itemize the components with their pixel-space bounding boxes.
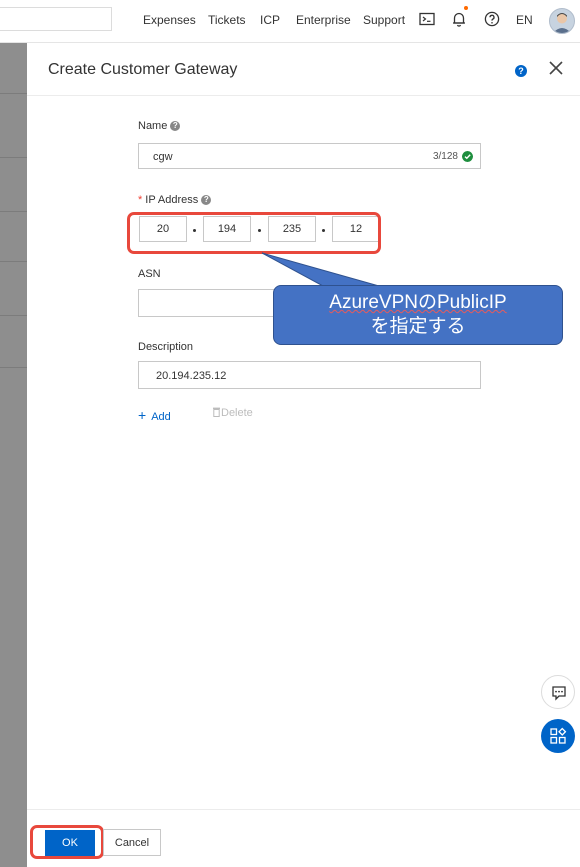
top-navigation-bar: Expenses Tickets ICP Enterprise Support … (0, 0, 580, 43)
notification-dot (464, 6, 468, 10)
trash-icon (213, 407, 220, 417)
name-value: cgw (153, 151, 173, 163)
ip-highlight-box (127, 212, 381, 254)
chat-icon (552, 686, 566, 701)
check-circle-icon (462, 151, 473, 162)
chat-button[interactable] (541, 675, 575, 709)
name-label: Name? (138, 120, 181, 132)
nav-link-support[interactable]: Support (363, 13, 405, 27)
name-input[interactable]: cgw 3/128 (138, 143, 481, 169)
avatar[interactable] (549, 8, 575, 34)
nav-link-tickets[interactable]: Tickets (208, 13, 246, 27)
apps-icon (550, 727, 567, 744)
description-input[interactable]: 20.194.235.12 (138, 361, 481, 389)
description-value: 20.194.235.12 (156, 370, 227, 382)
annotation-callout: AzureVPNのPublicIP を指定する (273, 285, 563, 345)
ip-help-icon[interactable]: ? (201, 195, 212, 206)
question-icon[interactable] (483, 10, 501, 28)
terminal-icon[interactable] (418, 10, 436, 28)
panel-header: Create Customer Gateway ? (27, 43, 580, 96)
delete-button[interactable]: Delete (212, 407, 253, 419)
user-icon (553, 13, 571, 33)
name-char-counter: 3/128 (432, 151, 458, 162)
add-button[interactable]: + Add (138, 407, 171, 423)
callout-line-1: AzureVPNのPublicIP (329, 292, 507, 313)
nav-link-enterprise[interactable]: Enterprise (296, 13, 351, 27)
footer-divider (27, 809, 580, 810)
apps-button[interactable] (541, 719, 575, 753)
callout-line-2: を指定する (370, 316, 466, 337)
asn-label: ASN (138, 268, 161, 280)
language-switch[interactable]: EN (516, 13, 533, 27)
page-backdrop (0, 43, 27, 867)
ip-address-label: * IP Address? (138, 194, 212, 206)
plus-icon: + (138, 407, 147, 423)
description-label: Description (138, 341, 194, 353)
cancel-button[interactable]: Cancel (103, 829, 161, 856)
bell-icon[interactable] (450, 10, 468, 28)
nav-link-icp[interactable]: ICP (260, 13, 280, 27)
name-help-icon[interactable]: ? (170, 121, 181, 132)
help-circle-icon[interactable]: ? (515, 65, 527, 77)
nav-link-expenses[interactable]: Expenses (143, 13, 196, 27)
create-customer-gateway-panel: Create Customer Gateway ? Name? cgw 3/12… (27, 43, 580, 867)
close-icon[interactable] (547, 59, 565, 77)
ok-highlight-box (30, 825, 104, 859)
panel-title: Create Customer Gateway (48, 61, 238, 78)
top-search-input[interactable] (0, 7, 112, 31)
